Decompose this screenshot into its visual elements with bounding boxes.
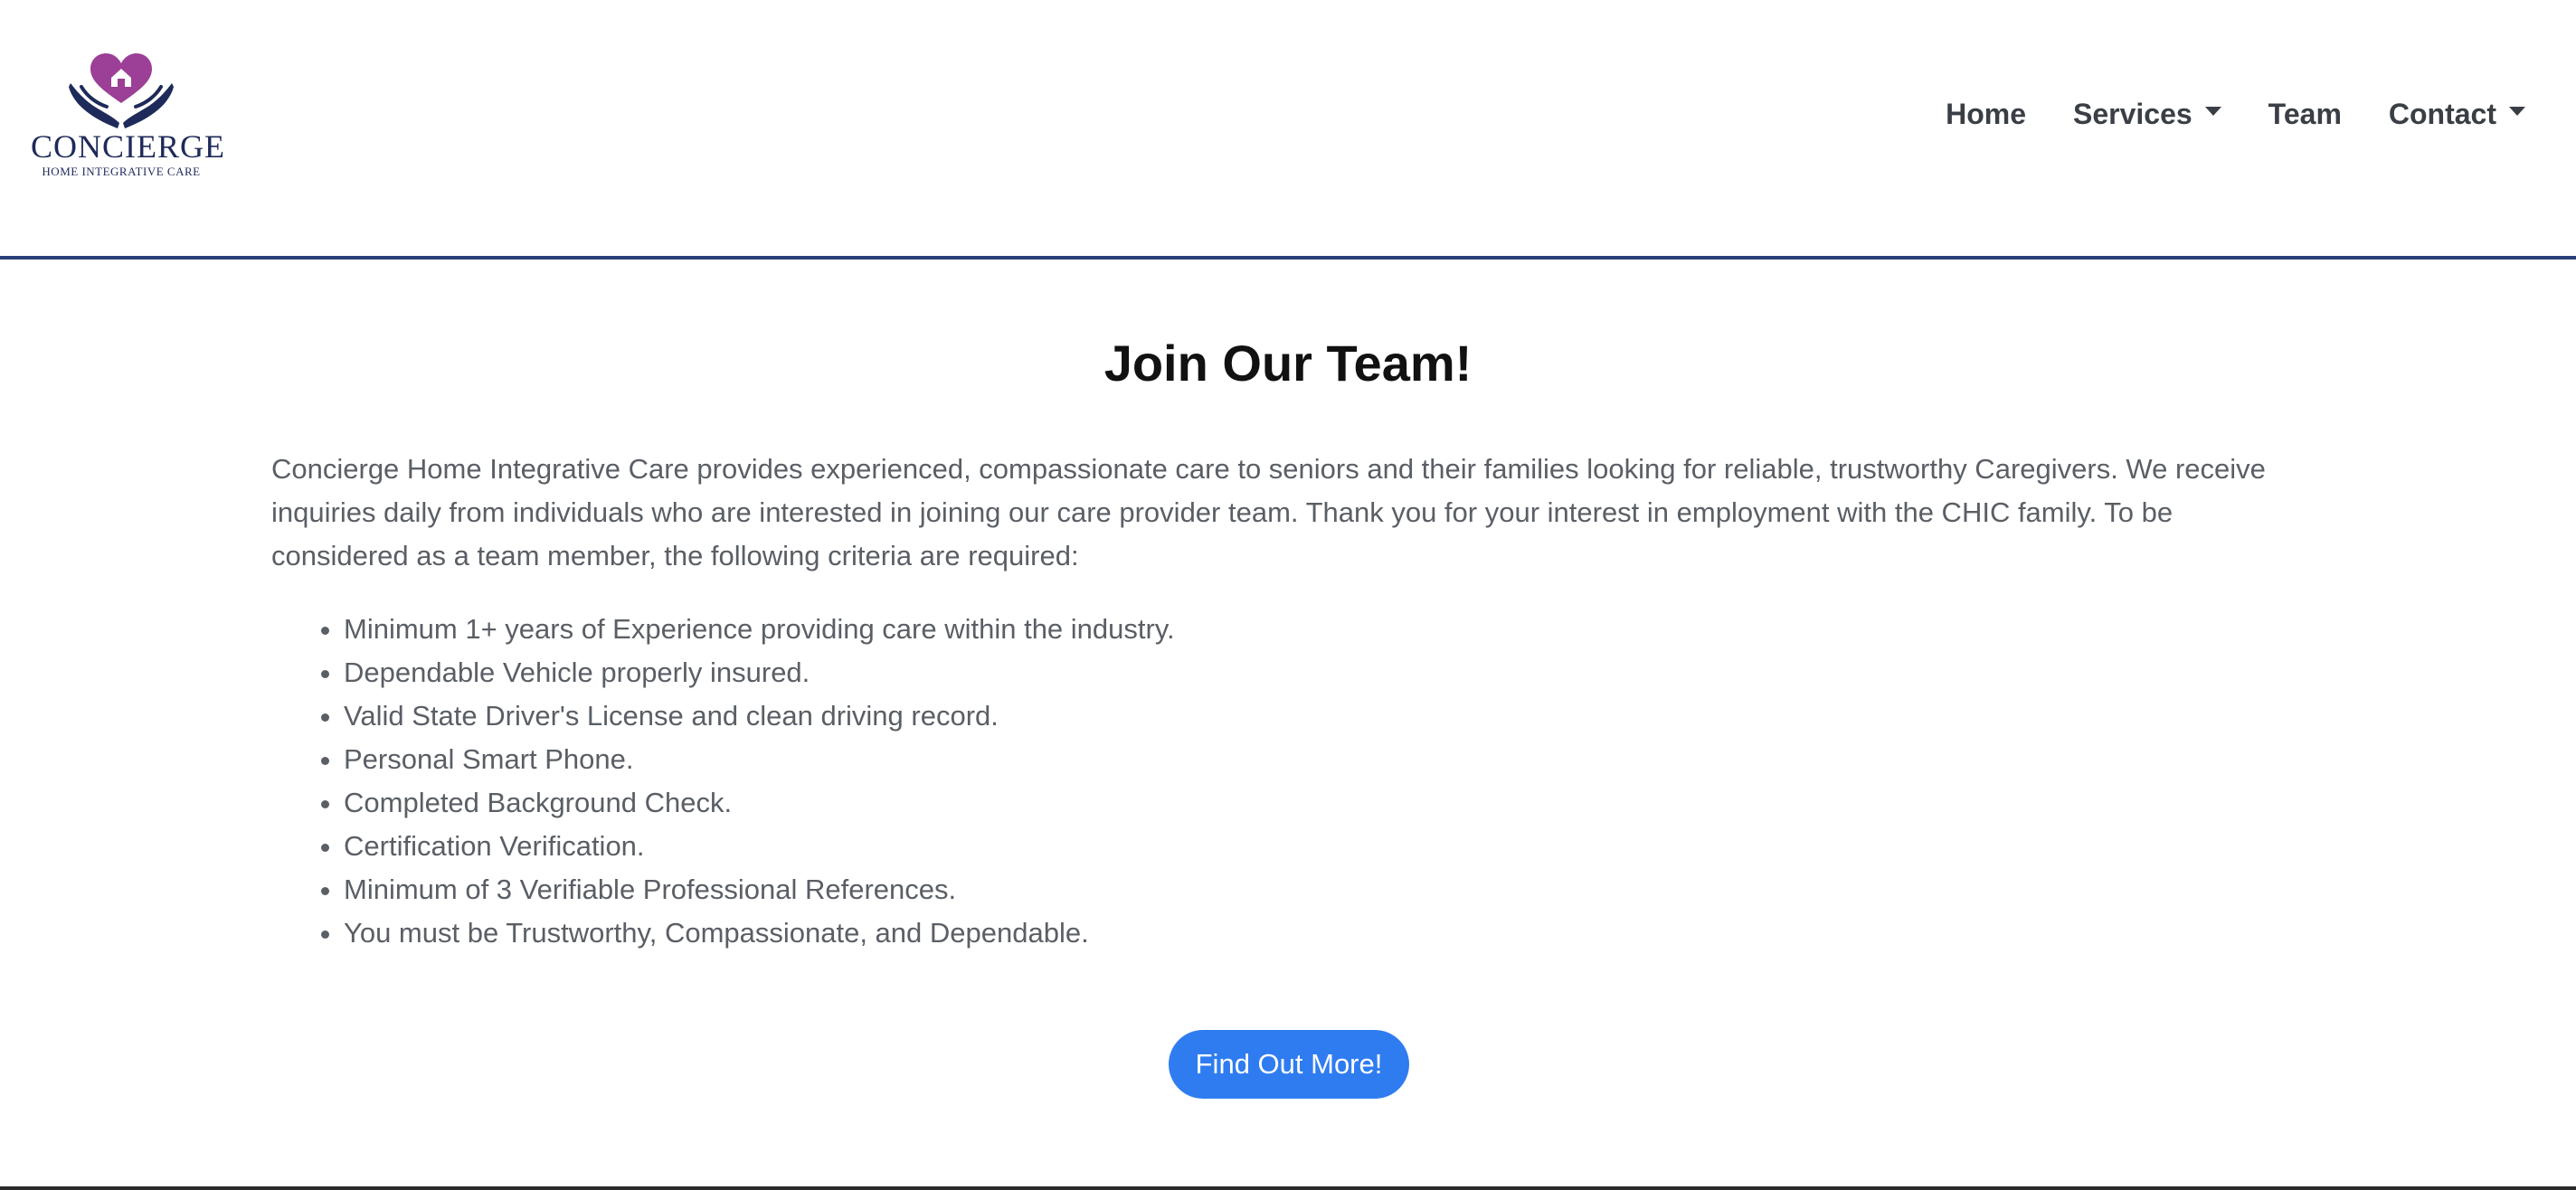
nav-item-services[interactable]: Services	[2050, 98, 2245, 131]
find-out-more-button[interactable]: Find Out More!	[1169, 1030, 1409, 1099]
nav-item-contact[interactable]: Contact	[2365, 98, 2525, 131]
intro-paragraph: Concierge Home Integrative Care provides…	[271, 453, 2266, 571]
brand-tagline: HOME INTEGRATIVE CARE	[42, 165, 201, 178]
list-item: Dependable Vehicle properly insured.	[344, 651, 1175, 694]
list-item: Personal Smart Phone.	[344, 738, 1175, 781]
list-item: Minimum 1+ years of Experience providing…	[344, 608, 1175, 651]
main-nav: Home Services Team Contact	[1922, 90, 2525, 137]
list-item: Certification Verification.	[344, 825, 1175, 868]
nav-item-home[interactable]: Home	[1922, 98, 2050, 131]
nav-item-team[interactable]: Team	[2245, 98, 2365, 131]
list-item: Completed Background Check.	[344, 781, 1175, 825]
caret-down-icon	[2204, 107, 2221, 116]
brand-logo-link[interactable]: CONCIERGE HOME INTEGRATIVE CARE	[31, 51, 225, 182]
list-item: Minimum of 3 Verifiable Professional Ref…	[344, 868, 1175, 911]
heart-house-hands-icon	[69, 53, 174, 128]
nav-item-label: Services	[2073, 97, 2192, 130]
site-header: CONCIERGE HOME INTEGRATIVE CARE Home Ser…	[0, 0, 2576, 260]
brand-name: CONCIERGE	[31, 128, 225, 165]
list-item: You must be Trustworthy, Compassionate, …	[344, 911, 1175, 955]
nav-item-label: Contact	[2388, 97, 2496, 130]
nav-item-label: Team	[2268, 97, 2342, 130]
footer-divider	[0, 1186, 2576, 1190]
caret-down-icon	[2509, 107, 2525, 116]
page-title: Join Our Team!	[1103, 335, 1473, 392]
list-item: Valid State Driver's License and clean d…	[344, 694, 1175, 738]
criteria-list: Minimum 1+ years of Experience providing…	[271, 608, 1175, 955]
nav-item-label: Home	[1946, 97, 2026, 130]
